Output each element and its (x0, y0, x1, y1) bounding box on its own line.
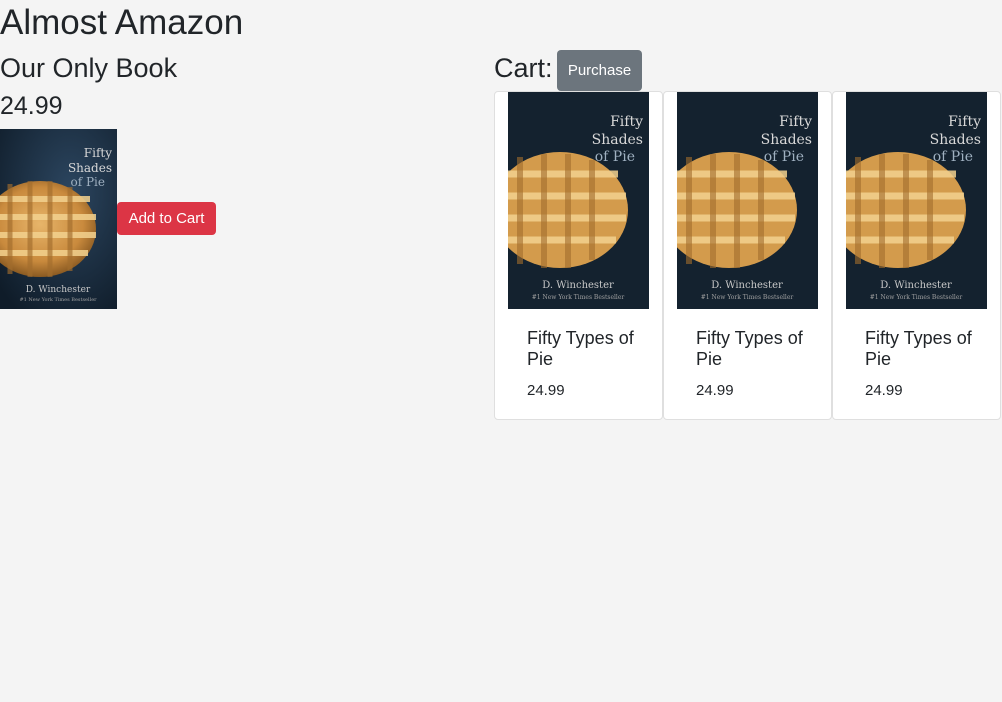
cart-cover-tagline: #1 New York Times Bestseller (870, 294, 963, 301)
cover-tagline: #1 New York Times Bestseller (19, 297, 97, 303)
cart-cover-title-line2: Shades (592, 132, 643, 148)
cart-cover-tagline: #1 New York Times Bestseller (532, 294, 625, 301)
add-to-cart-button[interactable]: Add to Cart (117, 202, 216, 235)
cart-list: Fifty Shades of Pie D. Winchester #1 New… (494, 91, 1002, 420)
cart-item-price: 24.99 (696, 382, 734, 399)
cart-cover-title-line1: Fifty (948, 114, 981, 130)
cart-item[interactable]: Fifty Shades of Pie D. Winchester #1 New… (832, 91, 1001, 420)
cart-item-price: 24.99 (865, 382, 903, 399)
page: Almost Amazon Our Only Book 24.99 Fifty … (0, 0, 1002, 702)
cart-item[interactable]: Fifty Shades of Pie D. Winchester #1 New… (663, 91, 832, 420)
cart-cover-author: D. Winchester (711, 280, 783, 291)
cover-title-line2: Shades (68, 161, 112, 175)
book-price: 24.99 (0, 92, 63, 120)
cart-item-title: Fifty Types of Pie (865, 328, 972, 369)
cart-cover-tagline: #1 New York Times Bestseller (701, 294, 794, 301)
cart-cover-title-line3: of Pie (595, 149, 635, 165)
cart-cover-title-line2: Shades (930, 132, 981, 148)
cart-cover-title-line2: Shades (761, 132, 812, 148)
cart-item-title: Fifty Types of Pie (696, 328, 803, 369)
cart-item[interactable]: Fifty Shades of Pie D. Winchester #1 New… (494, 91, 663, 420)
book-heading: Our Only Book (0, 53, 178, 83)
cart-cover-title-line3: of Pie (764, 149, 804, 165)
cart-item-title: Fifty Types of Pie (527, 328, 634, 369)
cart-item-cover-image: Fifty Shades of Pie D. Winchester #1 New… (508, 92, 649, 309)
cart-cover-title-line1: Fifty (779, 114, 812, 130)
cart-item-price: 24.99 (527, 382, 565, 399)
cart-cover-title-line1: Fifty (610, 114, 643, 130)
book-cover-image[interactable]: Fifty Shades of Pie D. Winchester #1 New… (0, 129, 117, 309)
cart-cover-author: D. Winchester (880, 280, 952, 291)
cart-heading: Cart: (494, 53, 553, 83)
cart-cover-author: D. Winchester (542, 280, 614, 291)
cart-item-cover-image: Fifty Shades of Pie D. Winchester #1 New… (846, 92, 987, 309)
cover-title-line1: Fifty (84, 146, 112, 160)
cover-title-line3: of Pie (71, 175, 106, 189)
cart-cover-title-line3: of Pie (933, 149, 973, 165)
site-title: Almost Amazon (0, 3, 244, 42)
cart-item-cover-image: Fifty Shades of Pie D. Winchester #1 New… (677, 92, 818, 309)
cover-author: D. Winchester (26, 285, 91, 295)
purchase-button[interactable]: Purchase (557, 50, 642, 91)
